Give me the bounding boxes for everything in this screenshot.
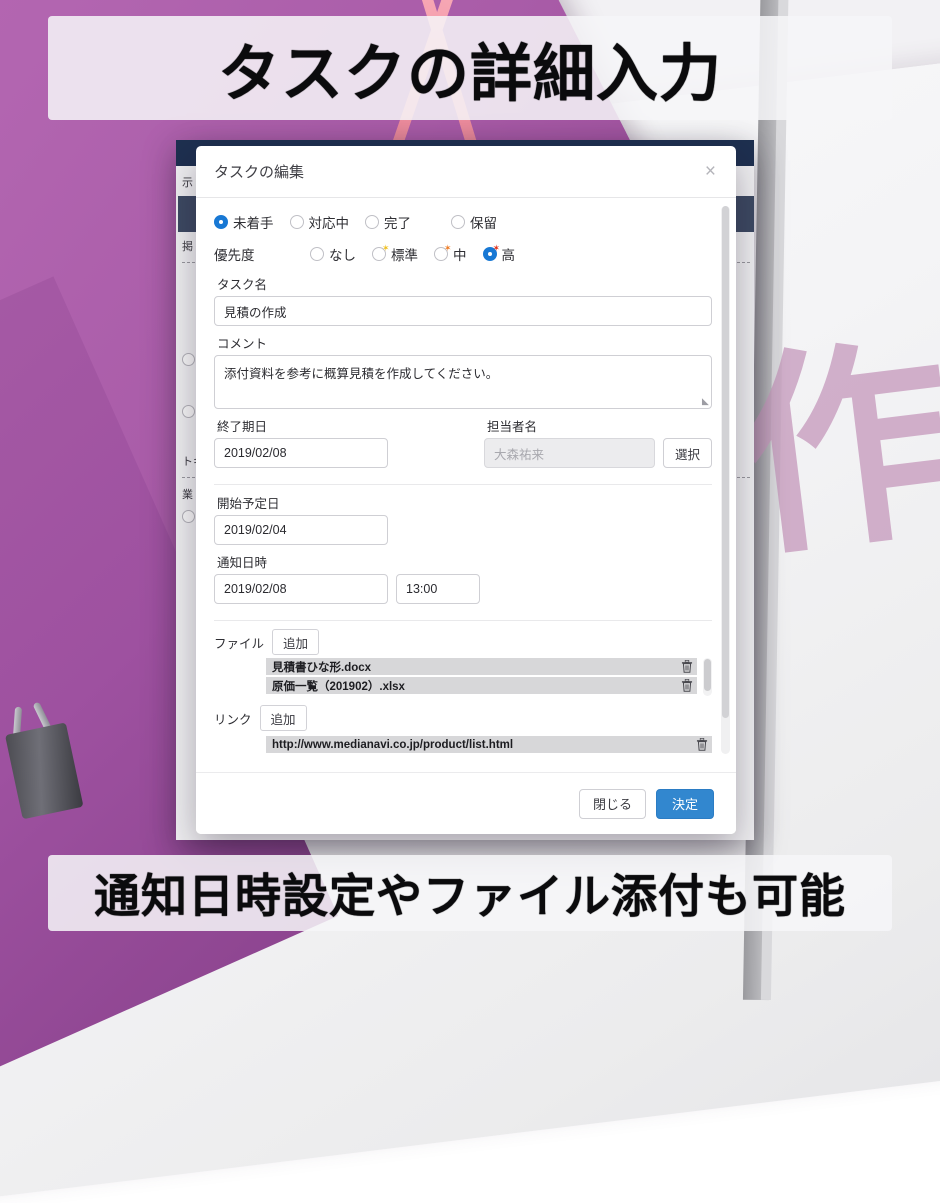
priority-option-medium[interactable]: ✶ 中 <box>434 244 467 264</box>
dialog-body: 未着手 対応中 完了 保留 優先度 なし ✶ <box>196 198 736 772</box>
files-list-scrollbar[interactable] <box>703 658 712 696</box>
status-option-on-hold[interactable]: 保留 <box>451 212 497 232</box>
assignee-select-button[interactable]: 選択 <box>663 438 712 468</box>
app-radio-2 <box>182 405 195 418</box>
files-row: ファイル 追加 <box>214 629 712 655</box>
dialog-scrollbar-thumb[interactable] <box>722 206 729 718</box>
assignee-label: 担当者名 <box>487 416 712 435</box>
close-button[interactable]: 閉じる <box>579 789 646 819</box>
files-label: ファイル <box>214 633 264 652</box>
decorative-kana: 作 <box>727 340 940 561</box>
dialog-footer: 閉じる 決定 <box>196 772 736 834</box>
links-list: http://www.medianavi.co.jp/product/list.… <box>266 736 712 753</box>
status-option-label: 未着手 <box>233 212 274 232</box>
trash-icon[interactable] <box>681 660 693 673</box>
priority-option-label: 標準 <box>391 244 418 264</box>
notify-time-input[interactable]: 13:00 <box>396 574 480 604</box>
top-caption-banner: タスクの詳細入力 <box>48 16 892 120</box>
links-row: リンク 追加 <box>214 705 712 731</box>
top-caption-text: タスクの詳細入力 <box>218 23 722 113</box>
bottom-caption-text: 通知日時設定やファイル添付も可能 <box>94 860 846 926</box>
bottom-caption-banner: 通知日時設定やファイル添付も可能 <box>48 855 892 931</box>
files-add-button[interactable]: 追加 <box>272 629 319 655</box>
notify-date-input[interactable]: 2019/02/08 <box>214 574 388 604</box>
resize-grip-icon[interactable]: ◢ <box>702 396 709 407</box>
due-assignee-row: 終了期日 2019/02/08 担当者名 大森祐来 選択 <box>214 409 712 468</box>
notify-label: 通知日時 <box>217 552 712 571</box>
files-list: 見積書ひな形.docx 原価一覧（201902）.xlsx <box>266 658 712 696</box>
status-option-not-started[interactable]: 未着手 <box>214 212 274 232</box>
star-icon: ✶ <box>493 244 501 253</box>
app-radio-3 <box>182 510 195 523</box>
list-item[interactable]: http://www.medianavi.co.jp/product/list.… <box>266 736 712 753</box>
close-icon[interactable]: × <box>701 160 720 183</box>
dialog-title: タスクの編集 <box>214 161 701 182</box>
task-edit-dialog: タスクの編集 × 未着手 対応中 完了 保留 <box>196 146 736 834</box>
status-option-label: 保留 <box>470 212 497 232</box>
priority-option-high[interactable]: ✶ 高 <box>483 244 516 264</box>
file-name: 見積書ひな形.docx <box>272 659 681 675</box>
links-label: リンク <box>214 709 252 728</box>
status-option-label: 完了 <box>384 212 411 232</box>
priority-option-label: なし <box>329 244 356 264</box>
trash-icon[interactable] <box>696 738 708 751</box>
comment-value: 添付資料を参考に概算見積を作成してください。 <box>224 367 498 381</box>
priority-option-normal[interactable]: ✶ 標準 <box>372 244 418 264</box>
list-item[interactable]: 原価一覧（201902）.xlsx <box>266 677 697 694</box>
confirm-button[interactable]: 決定 <box>656 789 714 819</box>
star-icon: ✶ <box>444 244 452 253</box>
star-icon: ✶ <box>382 244 390 253</box>
priority-radio-group: 優先度 なし ✶ 標準 ✶ 中 ✶ 高 <box>214 244 712 264</box>
due-date-input[interactable]: 2019/02/08 <box>214 438 388 468</box>
section-divider-1 <box>214 484 712 485</box>
links-add-button[interactable]: 追加 <box>260 705 307 731</box>
status-option-done[interactable]: 完了 <box>365 212 411 232</box>
section-divider-2 <box>214 620 712 621</box>
dialog-scrollbar[interactable] <box>721 206 730 754</box>
radio-dot-icon <box>365 215 379 229</box>
priority-option-label: 高 <box>502 244 516 264</box>
due-date-label: 終了期日 <box>217 416 388 435</box>
priority-option-label: 中 <box>453 244 467 264</box>
clip-jaw <box>5 722 84 819</box>
dialog-header: タスクの編集 × <box>196 146 736 198</box>
assignee-input[interactable]: 大森祐来 <box>484 438 655 468</box>
trash-icon[interactable] <box>681 679 693 692</box>
task-name-input[interactable]: 見積の作成 <box>214 296 712 326</box>
assignee-group: 担当者名 大森祐来 選択 <box>484 409 712 468</box>
link-url: http://www.medianavi.co.jp/product/list.… <box>272 739 696 751</box>
radio-dot-icon <box>451 215 465 229</box>
files-list-scrollbar-thumb[interactable] <box>704 659 711 691</box>
radio-dot-icon <box>214 215 228 229</box>
priority-label: 優先度 <box>214 244 310 264</box>
radio-dot-icon <box>310 247 324 261</box>
file-name: 原価一覧（201902）.xlsx <box>272 678 681 694</box>
status-option-label: 対応中 <box>309 212 350 232</box>
status-radio-group: 未着手 対応中 完了 保留 <box>214 212 712 232</box>
comment-label: コメント <box>217 333 712 352</box>
comment-textarea[interactable]: 添付資料を参考に概算見積を作成してください。 ◢ <box>214 355 712 409</box>
radio-dot-icon <box>290 215 304 229</box>
app-radio-1 <box>182 353 195 366</box>
due-date-group: 終了期日 2019/02/08 <box>214 409 388 468</box>
list-item[interactable]: 見積書ひな形.docx <box>266 658 697 675</box>
status-option-in-progress[interactable]: 対応中 <box>290 212 350 232</box>
start-date-label: 開始予定日 <box>217 493 712 512</box>
start-date-input[interactable]: 2019/02/04 <box>214 515 388 545</box>
priority-option-none[interactable]: なし <box>310 244 356 264</box>
task-name-label: タスク名 <box>217 274 712 293</box>
